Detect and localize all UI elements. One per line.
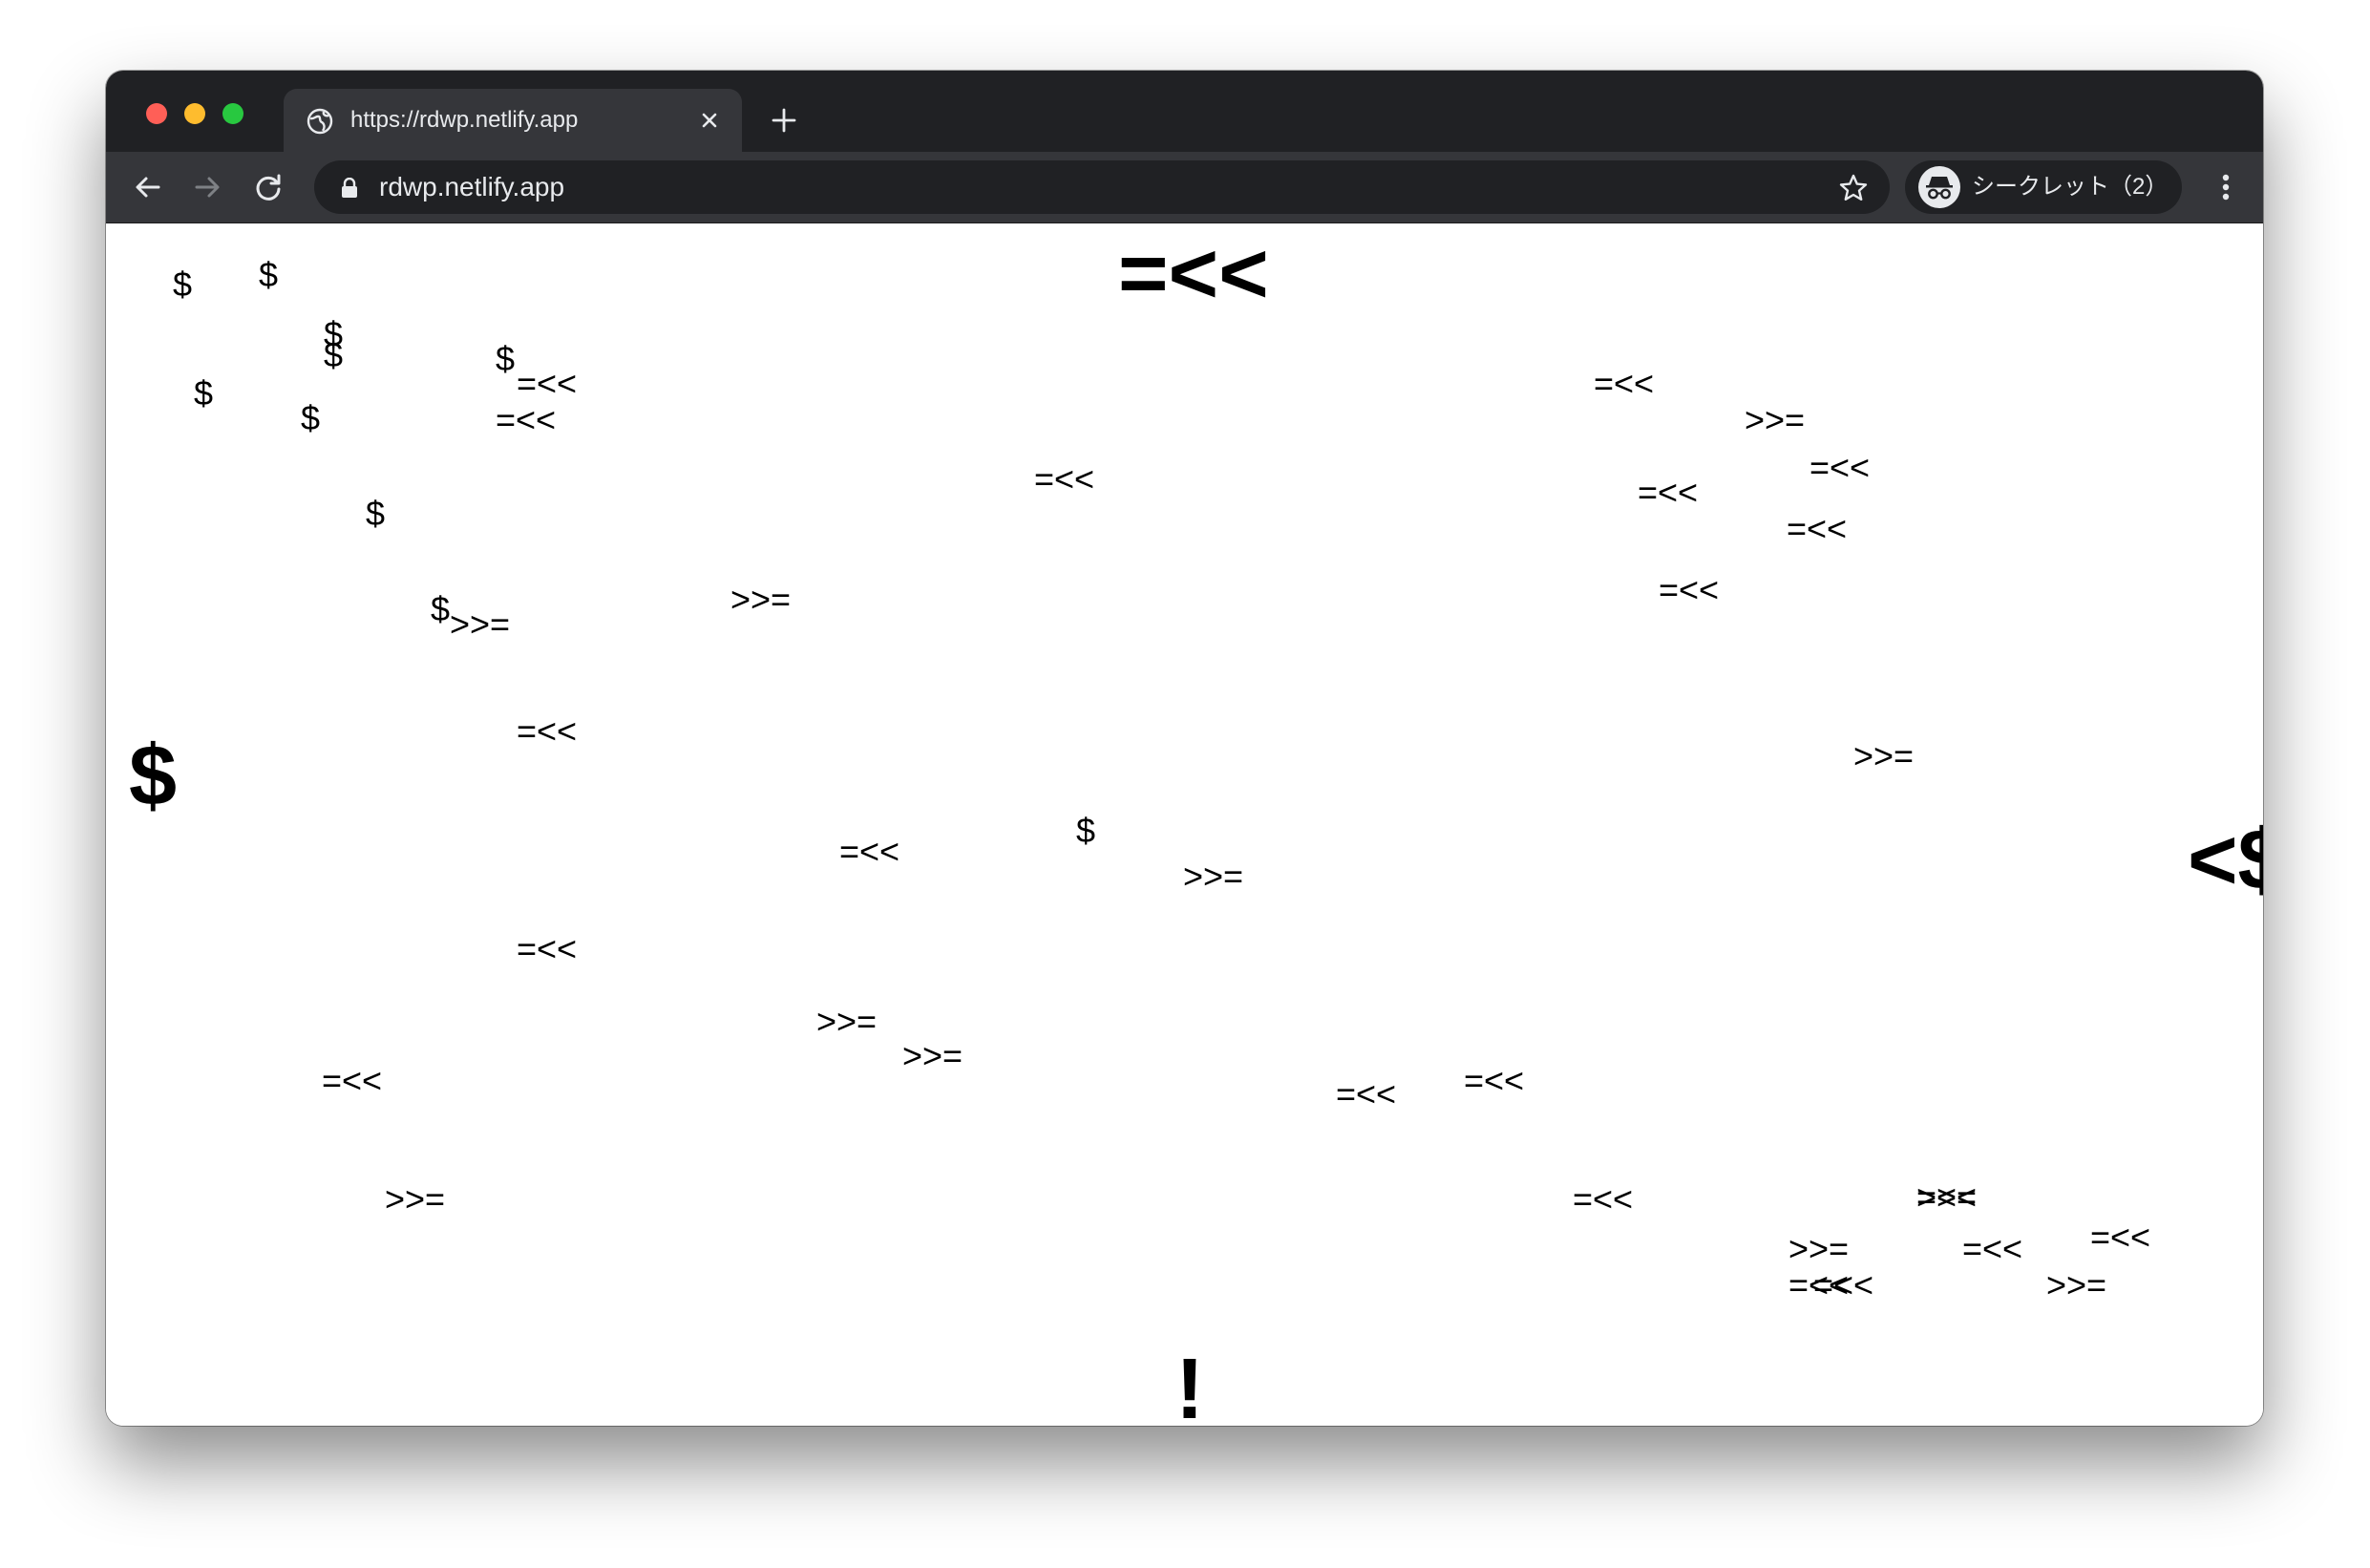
arrow-left-glyph: =<< — [1573, 1179, 1634, 1218]
dollar-glyph: $ — [173, 265, 193, 304]
minimize-window-button[interactable] — [184, 103, 205, 124]
dollar-glyph: $ — [431, 589, 451, 628]
globe-icon — [307, 108, 333, 135]
arrow-left-glyph: =<< — [322, 1061, 383, 1100]
lock-icon[interactable] — [341, 178, 358, 199]
browser-toolbar: rdwp.netlify.app シークレット（2） — [106, 152, 2263, 223]
forward-arrow-icon[interactable] — [190, 170, 224, 204]
arrow-left-glyph: =<< — [1594, 364, 1655, 403]
title-glyph: =<< — [1118, 226, 1269, 322]
arrow-right-glyph: >>= — [1183, 857, 1244, 896]
arrow-right-glyph: >>= — [1745, 400, 1806, 439]
arrow-left-glyph: =<< — [1464, 1061, 1525, 1100]
url-text[interactable]: rdwp.netlify.app — [379, 172, 564, 202]
close-window-button[interactable] — [146, 103, 167, 124]
arrow-right-glyph: >>= — [730, 580, 792, 619]
browser-tab[interactable]: https://rdwp.netlify.app — [284, 89, 742, 152]
arrow-left-glyph: =<< — [1638, 473, 1699, 512]
arrow-left-glyph: =<< — [517, 929, 578, 968]
large-dollar-glyph: $ — [129, 729, 178, 824]
bottom-bang-glyph: ! — [1175, 1342, 1204, 1426]
arrow-left-glyph: =<< — [2090, 1218, 2151, 1257]
dollar-glyph: $ — [194, 373, 214, 413]
new-tab-icon[interactable] — [769, 105, 799, 136]
arrow-right-glyph: >>= — [450, 604, 511, 644]
edge-fragment-glyph: <$ — [2188, 813, 2263, 908]
tab-title: https://rdwp.netlify.app — [350, 107, 579, 133]
arrow-left-glyph: =<< — [1034, 459, 1095, 498]
maximize-window-button[interactable] — [222, 103, 243, 124]
page-content: =<< $ <$ ! $ $ $ $ $ $ $ $ $ $ =<< =<< =… — [106, 223, 2263, 1426]
tab-strip: https://rdwp.netlify.app — [106, 71, 2263, 152]
arrow-left-glyph: =<< — [1813, 1265, 1874, 1304]
dollar-glyph: $ — [301, 398, 321, 437]
arrow-left-glyph: =<< — [839, 832, 900, 871]
arrow-right-glyph: >>= — [1788, 1229, 1850, 1268]
browser-window: https://rdwp.netlify.app rdwp.netlify.ap… — [106, 71, 2263, 1426]
dollar-glyph: $ — [259, 255, 279, 294]
arrow-left-glyph: =<< — [517, 364, 578, 403]
arrow-left-glyph: =<< — [517, 711, 578, 751]
dollar-glyph: $ — [496, 339, 516, 378]
dollar-glyph: $ — [324, 335, 344, 374]
close-tab-icon[interactable] — [694, 105, 725, 136]
reload-icon[interactable] — [251, 170, 286, 204]
arrow-left-glyph: =<< — [1787, 509, 1848, 548]
arrow-right-glyph: >>= — [1916, 1177, 1978, 1217]
bookmark-star-icon[interactable] — [1838, 173, 1869, 203]
arrow-left-glyph: =<< — [496, 400, 557, 439]
arrow-right-glyph: >>= — [2046, 1265, 2107, 1304]
profile-label: シークレット（2） — [1972, 174, 2169, 200]
arrow-right-glyph: >>= — [1853, 736, 1915, 775]
dollar-glyph: $ — [366, 494, 386, 533]
arrow-left-glyph: =<< — [1659, 570, 1720, 609]
back-arrow-icon[interactable] — [131, 170, 165, 204]
incognito-profile-button[interactable]: シークレット（2） — [1905, 160, 2182, 214]
dollar-glyph: $ — [1076, 811, 1096, 850]
more-options-icon[interactable] — [2209, 170, 2243, 204]
address-bar[interactable]: rdwp.netlify.app — [314, 160, 1890, 214]
incognito-icon — [1918, 166, 1960, 208]
arrow-right-glyph: >>= — [816, 1002, 878, 1041]
arrow-left-glyph: =<< — [1809, 448, 1871, 487]
arrow-left-glyph: =<< — [1962, 1229, 2023, 1268]
arrow-right-glyph: >>= — [385, 1179, 446, 1218]
arrow-right-glyph: >>= — [902, 1036, 963, 1075]
arrow-left-glyph: =<< — [1336, 1074, 1397, 1113]
